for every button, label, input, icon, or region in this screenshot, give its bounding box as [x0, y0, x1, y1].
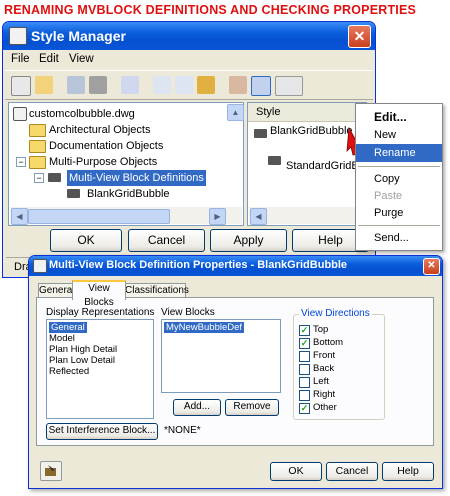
checkbox-unchecked-icon[interactable] — [299, 351, 310, 362]
add-button[interactable]: Add... — [173, 399, 221, 416]
mvblock-icon — [268, 156, 281, 165]
style-tree-panel: customcolbubble.dwg Architectural Object… — [8, 102, 244, 226]
list-item[interactable]: Plan High Detail — [49, 344, 117, 355]
style-manager-titlebar[interactable]: Style Manager ✕ — [3, 22, 375, 50]
scroll-left-icon[interactable]: ◀ — [11, 208, 28, 225]
mvblock-icon — [48, 173, 61, 182]
banner-title: RENAMING MVBLOCK DEFINITIONS AND CHECKIN… — [4, 3, 417, 17]
menu-edit[interactable]: Edit — [39, 53, 59, 65]
folder-icon — [29, 124, 46, 137]
checkbox-checked-icon[interactable]: ✓ — [299, 403, 310, 414]
tree-item-label: Documentation Objects — [49, 140, 164, 152]
list-item-selected[interactable]: MyNewBubbleDef — [164, 322, 245, 333]
properties-icon[interactable] — [121, 76, 139, 94]
dialog-help-button[interactable]: Help — [382, 462, 434, 481]
style-header-label: Style — [256, 106, 281, 118]
filter-icon[interactable] — [251, 76, 271, 96]
remove-button[interactable]: Remove — [225, 399, 279, 416]
apply-button[interactable]: Apply — [210, 229, 287, 252]
scroll-right-icon[interactable]: ▶ — [209, 208, 226, 225]
view-options-icon[interactable] — [275, 76, 303, 96]
scroll-left-icon[interactable]: ◀ — [250, 208, 267, 225]
edit-style-icon[interactable] — [175, 76, 193, 94]
view-blocks-panel: Display Representations General Model Pl… — [36, 297, 434, 446]
style-manager-app-icon — [9, 27, 27, 45]
view-blocks-list[interactable]: MyNewBubbleDef — [161, 319, 281, 393]
close-icon[interactable]: ✕ — [348, 25, 371, 48]
toolbar — [5, 70, 373, 100]
horizontal-scrollbar[interactable]: ◀ ▶ — [10, 207, 242, 225]
folder-icon — [29, 140, 46, 153]
purge-icon[interactable] — [197, 76, 215, 94]
dialog-title: Multi-View Block Definition Properties -… — [49, 259, 348, 271]
view-directions-label: View Directions — [299, 308, 372, 319]
collapse-icon[interactable]: − — [16, 157, 26, 167]
open-drawing-icon[interactable] — [11, 76, 31, 96]
style-column-header[interactable]: Style — [248, 103, 366, 122]
interference-value: *NONE* — [164, 425, 201, 436]
style-item-blankgridbubble[interactable]: BlankGridBubble — [270, 125, 353, 137]
close-icon[interactable]: ✕ — [423, 258, 440, 275]
context-menu: Edit... New Rename Copy Paste Purge Send… — [355, 103, 443, 251]
window-title: Style Manager — [31, 28, 126, 44]
mvb-properties-dialog: Multi-View Block Definition Properties -… — [28, 255, 443, 489]
style-list-panel: Style BlankGridBubble StandardGridBu ◀ — [247, 102, 367, 226]
tab-classifications[interactable]: Classifications — [124, 283, 189, 298]
menubar: File Edit View — [3, 50, 375, 68]
tree-item-label: Architectural Objects — [49, 124, 151, 136]
style-item-standardgridbubble[interactable]: StandardGridBu — [286, 160, 365, 172]
checkbox-unchecked-icon[interactable] — [299, 377, 310, 388]
open-folder-icon[interactable] — [35, 76, 53, 94]
collapse-icon[interactable]: − — [34, 173, 44, 183]
checkbox-unchecked-icon[interactable] — [299, 390, 310, 401]
copy-icon[interactable] — [67, 76, 85, 94]
sync-icon[interactable] — [229, 76, 247, 94]
display-reps-list[interactable]: General Model Plan High Detail Plan Low … — [46, 319, 154, 419]
menu-item-send[interactable]: Send... — [356, 229, 442, 247]
tree-item-label: Multi-Purpose Objects — [49, 156, 158, 168]
menu-view[interactable]: View — [69, 53, 94, 65]
checkbox-checked-icon[interactable]: ✓ — [299, 338, 310, 349]
tree-item-label: BlankGridBubble — [87, 188, 170, 200]
new-style-icon[interactable] — [153, 76, 171, 94]
checkbox-checked-icon[interactable]: ✓ — [299, 325, 310, 336]
menu-item-paste: Paste — [374, 190, 403, 202]
dialog-app-icon — [33, 259, 47, 273]
drawing-icon — [13, 107, 27, 121]
tab-view-blocks[interactable]: View Blocks — [72, 280, 126, 308]
menu-item-edit[interactable]: Edit... — [356, 108, 442, 126]
checkbox-unchecked-icon[interactable] — [299, 364, 310, 375]
menu-file[interactable]: File — [11, 53, 30, 65]
tree-root-label: customcolbubble.dwg — [29, 108, 135, 120]
menu-item-new[interactable]: New — [356, 126, 442, 144]
mvblock-icon — [254, 129, 267, 138]
tree-item-selected-label: Multi-View Block Definitions — [67, 170, 206, 186]
cancel-button[interactable]: Cancel — [128, 229, 205, 252]
mvblock-icon — [67, 189, 80, 198]
scroll-thumb[interactable] — [28, 209, 170, 224]
menu-separator — [358, 225, 440, 226]
list-item[interactable]: Reflected — [49, 366, 89, 377]
menu-item-rename[interactable]: Rename — [356, 144, 442, 162]
list-item[interactable]: Plan Low Detail — [49, 355, 115, 366]
paste-icon[interactable] — [89, 76, 107, 94]
list-item-selected[interactable]: General — [49, 322, 87, 333]
folder-open-icon — [29, 156, 46, 169]
mvb-titlebar[interactable]: Multi-View Block Definition Properties -… — [29, 256, 442, 276]
dialog-ok-button[interactable]: OK — [270, 462, 322, 481]
list-item[interactable]: Model — [49, 333, 75, 344]
menu-item-copy[interactable]: Copy — [356, 170, 442, 188]
ok-button[interactable]: OK — [50, 229, 122, 252]
style-horizontal-scrollbar[interactable]: ◀ — [249, 207, 359, 225]
tab-general[interactable]: General — [38, 283, 75, 298]
menu-separator — [358, 166, 440, 167]
pick-block-icon[interactable] — [40, 461, 62, 481]
dialog-cancel-button[interactable]: Cancel — [326, 462, 378, 481]
view-blocks-label: View Blocks — [161, 307, 215, 318]
set-interference-button[interactable]: Set Interference Block... — [46, 423, 158, 440]
style-manager-window: Style Manager ✕ File Edit View customcol… — [2, 21, 376, 278]
scroll-up-icon[interactable]: ▲ — [227, 104, 244, 121]
menu-item-purge[interactable]: Purge — [356, 204, 442, 222]
view-directions-group: View Directions ✓ Top ✓ Bottom Front Back … — [293, 308, 385, 420]
